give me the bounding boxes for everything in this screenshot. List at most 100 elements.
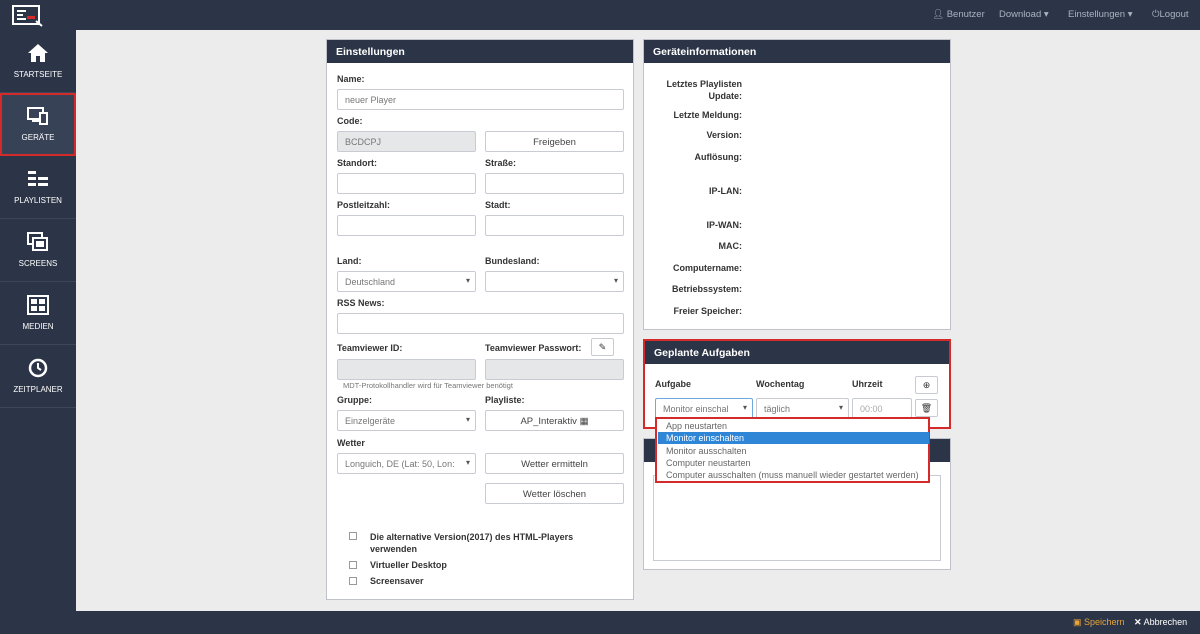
- device-info-title: Geräteinformationen: [644, 40, 950, 63]
- sidebar-item-zeitplaner[interactable]: ZEITPLANER: [0, 345, 76, 408]
- plz-label: Postleitzahl:: [337, 200, 391, 210]
- sidebar-item-startseite[interactable]: STARTSEITE: [0, 30, 76, 93]
- dropdown-option[interactable]: App neustarten: [658, 420, 929, 432]
- gruppe-label: Gruppe:: [337, 395, 372, 405]
- scheduled-tasks-panel: Geplante Aufgaben Aufgabe Wochentag Uhrz…: [643, 339, 951, 429]
- alt-version-label: Die alternative Version(2017) des HTML-P…: [370, 532, 574, 554]
- media-icon: [27, 295, 49, 315]
- playlist-icon: [28, 171, 48, 186]
- sidebar-item-geraete[interactable]: GERÄTE: [0, 93, 76, 156]
- edit-pencil-button[interactable]: ✎: [591, 338, 614, 356]
- land-label: Land:: [337, 256, 362, 266]
- settings-panel-title: Einstellungen: [327, 40, 633, 63]
- wetter-select[interactable]: Longuich, DE (Lat: 50, Lon:: [337, 453, 476, 474]
- info-label: Betriebssystem:: [671, 284, 742, 294]
- sidebar: STARTSEITE GERÄTE PLAYLISTEN SCREENS MED…: [0, 30, 76, 634]
- bundesland-select[interactable]: [485, 271, 624, 292]
- clock-icon: [28, 358, 48, 378]
- release-button[interactable]: Freigeben: [485, 131, 624, 152]
- power-icon: ⏻: [1152, 9, 1160, 20]
- plz-input[interactable]: [337, 215, 476, 236]
- info-label: Letzte Meldung:: [673, 110, 743, 120]
- standort-input[interactable]: [337, 173, 476, 194]
- screensaver-checkbox[interactable]: [349, 577, 357, 585]
- info-label: IP-WAN:: [706, 220, 743, 230]
- floppy-icon: ▣: [1073, 617, 1082, 627]
- pencil-icon: ✎: [598, 342, 607, 352]
- top-navbar: 👤︎ Benutzer Download ▾ Einstellungen ▾ ⏻…: [0, 0, 1200, 30]
- task-col-wochentag: Wochentag: [756, 379, 805, 389]
- info-label: Letztes Playlisten Update:: [666, 79, 742, 101]
- code-label: Code:: [337, 116, 363, 126]
- teamviewer-id-input: [337, 359, 476, 380]
- wetter-delete-button[interactable]: Wetter löschen: [485, 483, 624, 504]
- teamviewer-hint: MDT-Protokollhandler wird für Teamviewer…: [343, 381, 513, 390]
- task-uhrzeit-input[interactable]: 00:00: [852, 398, 912, 419]
- task-col-uhrzeit: Uhrzeit: [852, 379, 883, 389]
- land-select[interactable]: Deutschland: [337, 271, 476, 292]
- dropdown-option[interactable]: Computer ausschalten (muss manuell wiede…: [658, 469, 929, 481]
- sidebar-item-medien[interactable]: MEDIEN: [0, 282, 76, 345]
- settings-menu[interactable]: Einstellungen ▾: [1068, 9, 1132, 20]
- screens-icon: [27, 232, 48, 251]
- task-aufgabe-select[interactable]: Monitor einschal: [655, 398, 753, 419]
- caret-down-icon: ▾: [1127, 9, 1133, 20]
- code-input: BCDCPJ: [337, 131, 476, 152]
- info-label: Freier Speicher:: [673, 306, 742, 316]
- delete-task-button[interactable]: 🗑︎: [915, 399, 938, 417]
- scheduled-tasks-title: Geplante Aufgaben: [645, 341, 949, 364]
- info-label: IP-LAN:: [709, 186, 742, 196]
- bottom-action-bar: ▣ Speichern ✕ Abbrechen: [76, 611, 1200, 634]
- add-task-button[interactable]: ⊕: [915, 376, 938, 394]
- cancel-button[interactable]: ✕ Abbrechen: [1134, 617, 1187, 628]
- name-input[interactable]: neuer Player: [337, 89, 624, 110]
- teamviewer-password-input: [485, 359, 624, 380]
- playlist-button[interactable]: AP_Interaktiv ▦: [485, 410, 624, 431]
- screensaver-label: Screensaver: [370, 576, 424, 586]
- devices-icon: [27, 107, 48, 125]
- rss-input[interactable]: [337, 313, 624, 334]
- caret-down-icon: ▾: [1043, 9, 1049, 20]
- trash-icon: 🗑︎: [920, 403, 933, 413]
- save-button[interactable]: ▣ Speichern: [1073, 617, 1125, 628]
- plus-circle-icon: ⊕: [922, 380, 931, 390]
- info-label: MAC:: [718, 241, 743, 251]
- standort-label: Standort:: [337, 158, 377, 168]
- task-aufgabe-dropdown: App neustarten Monitor einschalten Monit…: [655, 417, 930, 483]
- download-menu[interactable]: Download ▾: [999, 9, 1049, 20]
- sidebar-item-screens[interactable]: SCREENS: [0, 219, 76, 282]
- task-col-aufgabe: Aufgabe: [655, 379, 691, 389]
- user-menu[interactable]: 👤︎ Benutzer: [932, 9, 985, 20]
- virtual-desktop-label: Virtueller Desktop: [370, 560, 447, 570]
- stadt-input[interactable]: [485, 215, 624, 236]
- teamviewer-password-label: Teamviewer Passwort:: [485, 343, 582, 353]
- dropdown-option[interactable]: Monitor ausschalten: [658, 445, 929, 457]
- app-logo-icon[interactable]: [12, 5, 44, 27]
- info-label: Computername:: [672, 263, 742, 273]
- logout-link[interactable]: ⏻Logout: [1152, 9, 1189, 20]
- name-label: Name:: [337, 74, 365, 84]
- stadt-label: Stadt:: [485, 200, 511, 210]
- task-wochentag-select[interactable]: täglich: [756, 398, 849, 419]
- wetter-label: Wetter: [337, 438, 365, 448]
- playlist-label: Playliste:: [485, 395, 525, 405]
- teamviewer-id-label: Teamviewer ID:: [337, 343, 403, 353]
- wetter-find-button[interactable]: Wetter ermitteln: [485, 453, 624, 474]
- info-label: Auflösung:: [694, 152, 743, 162]
- list-icon: ▦: [579, 416, 589, 427]
- settings-panel: Einstellungen Name: neuer Player Code: B…: [326, 39, 634, 600]
- strasse-input[interactable]: [485, 173, 624, 194]
- user-icon: 👤︎: [932, 9, 945, 20]
- bundesland-label: Bundesland:: [485, 256, 540, 266]
- secondary-textarea[interactable]: [653, 475, 941, 561]
- info-label: Version:: [706, 130, 742, 140]
- gruppe-select[interactable]: Einzelgeräte: [337, 410, 476, 431]
- dropdown-option[interactable]: Computer neustarten: [658, 457, 929, 469]
- device-info-panel: Geräteinformationen Letztes Playlisten U…: [643, 39, 951, 330]
- alt-version-checkbox[interactable]: [349, 532, 357, 540]
- dropdown-option-selected[interactable]: Monitor einschalten: [658, 432, 929, 444]
- strasse-label: Straße:: [485, 158, 517, 168]
- sidebar-item-playlisten[interactable]: PLAYLISTEN: [0, 156, 76, 219]
- virtual-desktop-checkbox[interactable]: [349, 561, 357, 569]
- rss-label: RSS News:: [337, 298, 385, 308]
